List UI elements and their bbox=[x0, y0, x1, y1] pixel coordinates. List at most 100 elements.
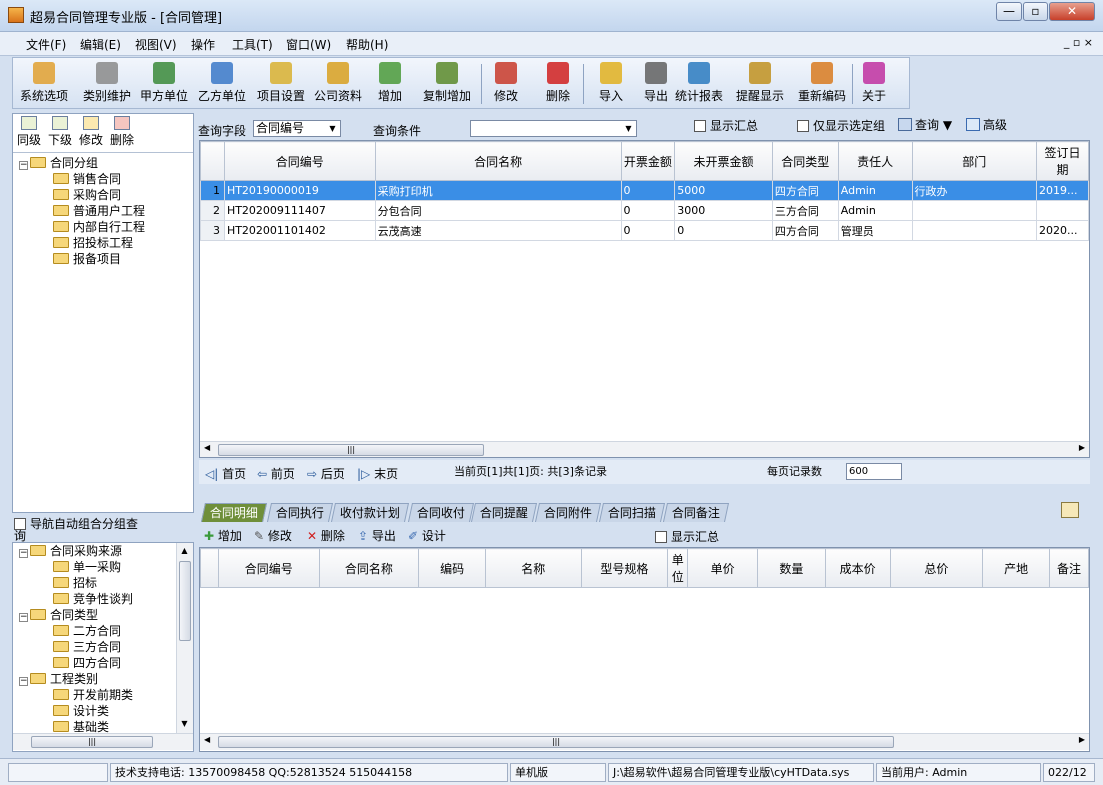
table-cell[interactable]: 四方合同 bbox=[771, 180, 839, 201]
tree-node[interactable]: − 合同采购来源 bbox=[19, 543, 122, 559]
tab-options-icon[interactable] bbox=[1061, 502, 1079, 518]
column-header[interactable]: 产地 bbox=[982, 548, 1050, 588]
scroll-right-icon[interactable]: ▶ bbox=[1079, 443, 1085, 452]
table-row[interactable]: 2 HT202009111407 分包合同 0 3000 三方合同 Admin bbox=[200, 200, 1089, 221]
tree-node[interactable]: 采购合同 bbox=[53, 187, 121, 203]
prev-page-button[interactable]: ⇦ 前页 bbox=[257, 465, 295, 482]
scroll-left-icon[interactable]: ◀ bbox=[204, 443, 210, 452]
detail-add-button[interactable]: ✚ 增加 bbox=[204, 527, 242, 544]
column-header[interactable]: 单位 bbox=[667, 548, 689, 588]
tree-hscroll-thumb[interactable]: ||| bbox=[31, 736, 153, 748]
grid-hscroll[interactable]: ◀ ||| ▶ bbox=[200, 441, 1089, 457]
tree-node[interactable]: 招投标工程 bbox=[53, 235, 133, 251]
show-summary-checkbox[interactable] bbox=[694, 120, 706, 132]
collapse-icon[interactable]: − bbox=[19, 161, 28, 170]
table-cell[interactable]: 云茂高速 bbox=[374, 220, 622, 241]
same-level-button[interactable]: 同级 bbox=[15, 116, 43, 148]
menu-operate[interactable]: 操作 bbox=[191, 36, 215, 53]
close-button[interactable]: ✕ bbox=[1049, 2, 1095, 21]
toolbar-pen-button[interactable]: 修改 bbox=[483, 60, 529, 104]
table-cell[interactable]: 0 bbox=[674, 220, 773, 241]
tree-node[interactable]: 三方合同 bbox=[53, 639, 121, 655]
column-header[interactable]: 部门 bbox=[911, 141, 1038, 181]
scroll-down-icon[interactable]: ▼ bbox=[178, 719, 191, 728]
grid-hscroll-thumb[interactable]: ||| bbox=[218, 444, 484, 456]
table-cell[interactable]: 分包合同 bbox=[374, 200, 622, 221]
table-cell[interactable] bbox=[911, 220, 1038, 241]
row-number[interactable]: 2 bbox=[200, 200, 225, 221]
menu-help[interactable]: 帮助(H) bbox=[346, 36, 388, 53]
tree-vscroll-thumb[interactable] bbox=[179, 561, 191, 641]
query-button[interactable]: 查询 ▼ bbox=[898, 116, 952, 133]
table-cell[interactable]: 0 bbox=[620, 200, 676, 221]
detail-design-button[interactable]: ✐ 设计 bbox=[408, 527, 446, 544]
menu-window[interactable]: 窗口(W) bbox=[286, 36, 331, 53]
row-number[interactable]: 1 bbox=[200, 180, 225, 201]
last-page-button[interactable]: |▷ 末页 bbox=[357, 465, 398, 482]
column-header[interactable]: 成本价 bbox=[824, 548, 891, 588]
toolbar-hammer-button[interactable]: 系统选项 bbox=[13, 60, 75, 104]
tree-node[interactable]: − 合同类型 bbox=[19, 607, 98, 623]
tree-node[interactable]: 二方合同 bbox=[53, 623, 121, 639]
column-header[interactable]: 开票金额 bbox=[620, 141, 676, 181]
table-cell[interactable]: Admin bbox=[837, 200, 913, 221]
tree-node[interactable]: − 工程类别 bbox=[19, 671, 98, 687]
tree-node[interactable]: 内部自行工程 bbox=[53, 219, 145, 235]
first-page-button[interactable]: ◁| 首页 bbox=[205, 465, 246, 482]
tree-hscroll[interactable]: ||| bbox=[13, 733, 193, 750]
detail-hscroll-thumb[interactable]: ||| bbox=[218, 736, 894, 748]
table-cell[interactable]: 采购打印机 bbox=[374, 180, 622, 201]
menu-view[interactable]: 视图(V) bbox=[135, 36, 177, 53]
column-header[interactable]: 合同名称 bbox=[374, 141, 622, 181]
mdi-controls[interactable]: _ ▫ × bbox=[1064, 36, 1093, 49]
column-header[interactable]: 型号规格 bbox=[580, 548, 669, 588]
minimize-button[interactable]: — bbox=[996, 2, 1022, 21]
only-selected-checkbox[interactable] bbox=[797, 120, 809, 132]
toolbar-globe-user-button[interactable]: 甲方单位 bbox=[137, 60, 191, 104]
toolbar-add-user-button[interactable]: 增加 bbox=[368, 60, 412, 104]
table-cell[interactable]: HT202009111407 bbox=[223, 200, 376, 221]
query-field-select[interactable]: 合同编号 ▼ bbox=[253, 120, 341, 137]
menu-file[interactable]: 文件(F) bbox=[26, 36, 66, 53]
tree-node[interactable]: − 合同分组 bbox=[19, 155, 98, 171]
tab-0[interactable]: 合同明细 bbox=[200, 503, 268, 522]
column-header[interactable]: 合同编号 bbox=[223, 141, 376, 181]
table-cell[interactable]: 管理员 bbox=[837, 220, 913, 241]
delete-node-button[interactable]: 删除 bbox=[108, 116, 136, 148]
column-header[interactable]: 总价 bbox=[889, 548, 984, 588]
table-cell[interactable]: 3000 bbox=[674, 200, 773, 221]
table-cell[interactable]: HT20190000019 bbox=[223, 180, 376, 201]
detail-delete-button[interactable]: ✕ 删除 bbox=[307, 527, 345, 544]
edit-node-button[interactable]: 修改 bbox=[77, 116, 105, 148]
tab-2[interactable]: 收付款计划 bbox=[330, 503, 410, 522]
toolbar-folder-import-button[interactable]: 导入 bbox=[588, 60, 634, 104]
detail-summary-checkbox[interactable] bbox=[655, 531, 667, 543]
tree-node[interactable]: 普通用户工程 bbox=[53, 203, 145, 219]
toolbar-coins-button[interactable]: 项目设置 bbox=[254, 60, 308, 104]
tab-3[interactable]: 合同收付 bbox=[407, 503, 475, 522]
table-cell[interactable]: 2020... bbox=[1036, 220, 1089, 241]
per-page-input[interactable]: 600 bbox=[846, 463, 902, 480]
table-row[interactable]: 3 HT202001101402 云茂高速 0 0 四方合同 管理员 2020... bbox=[200, 220, 1089, 241]
tree-node[interactable]: 招标 bbox=[53, 575, 97, 591]
tab-4[interactable]: 合同提醒 bbox=[470, 503, 538, 522]
tree-node[interactable]: 销售合同 bbox=[53, 171, 121, 187]
column-header[interactable]: 签订日期 bbox=[1036, 141, 1089, 181]
maximize-button[interactable]: ▫ bbox=[1023, 2, 1048, 21]
column-header[interactable]: 名称 bbox=[484, 548, 582, 588]
toolbar-delete-x-button[interactable]: 删除 bbox=[535, 60, 581, 104]
column-header[interactable]: 数量 bbox=[757, 548, 826, 588]
tree-node[interactable]: 单一采购 bbox=[53, 559, 121, 575]
tab-5[interactable]: 合同附件 bbox=[534, 503, 602, 522]
table-cell[interactable]: 三方合同 bbox=[771, 200, 839, 221]
scroll-up-icon[interactable]: ▲ bbox=[178, 546, 191, 555]
toolbar-warning-button[interactable]: 提醒显示 bbox=[732, 60, 788, 104]
table-cell[interactable]: 2019... bbox=[1036, 180, 1089, 201]
table-cell[interactable]: 行政办 bbox=[911, 180, 1038, 201]
toolbar-question-button[interactable]: 关于 bbox=[854, 60, 894, 104]
column-header[interactable]: 合同编号 bbox=[217, 548, 320, 588]
toolbar-user-button[interactable]: 乙方单位 bbox=[195, 60, 249, 104]
scroll-right-icon[interactable]: ▶ bbox=[1079, 735, 1085, 744]
advanced-button[interactable]: 高级 bbox=[966, 116, 1007, 133]
table-cell[interactable]: HT202001101402 bbox=[223, 220, 376, 241]
